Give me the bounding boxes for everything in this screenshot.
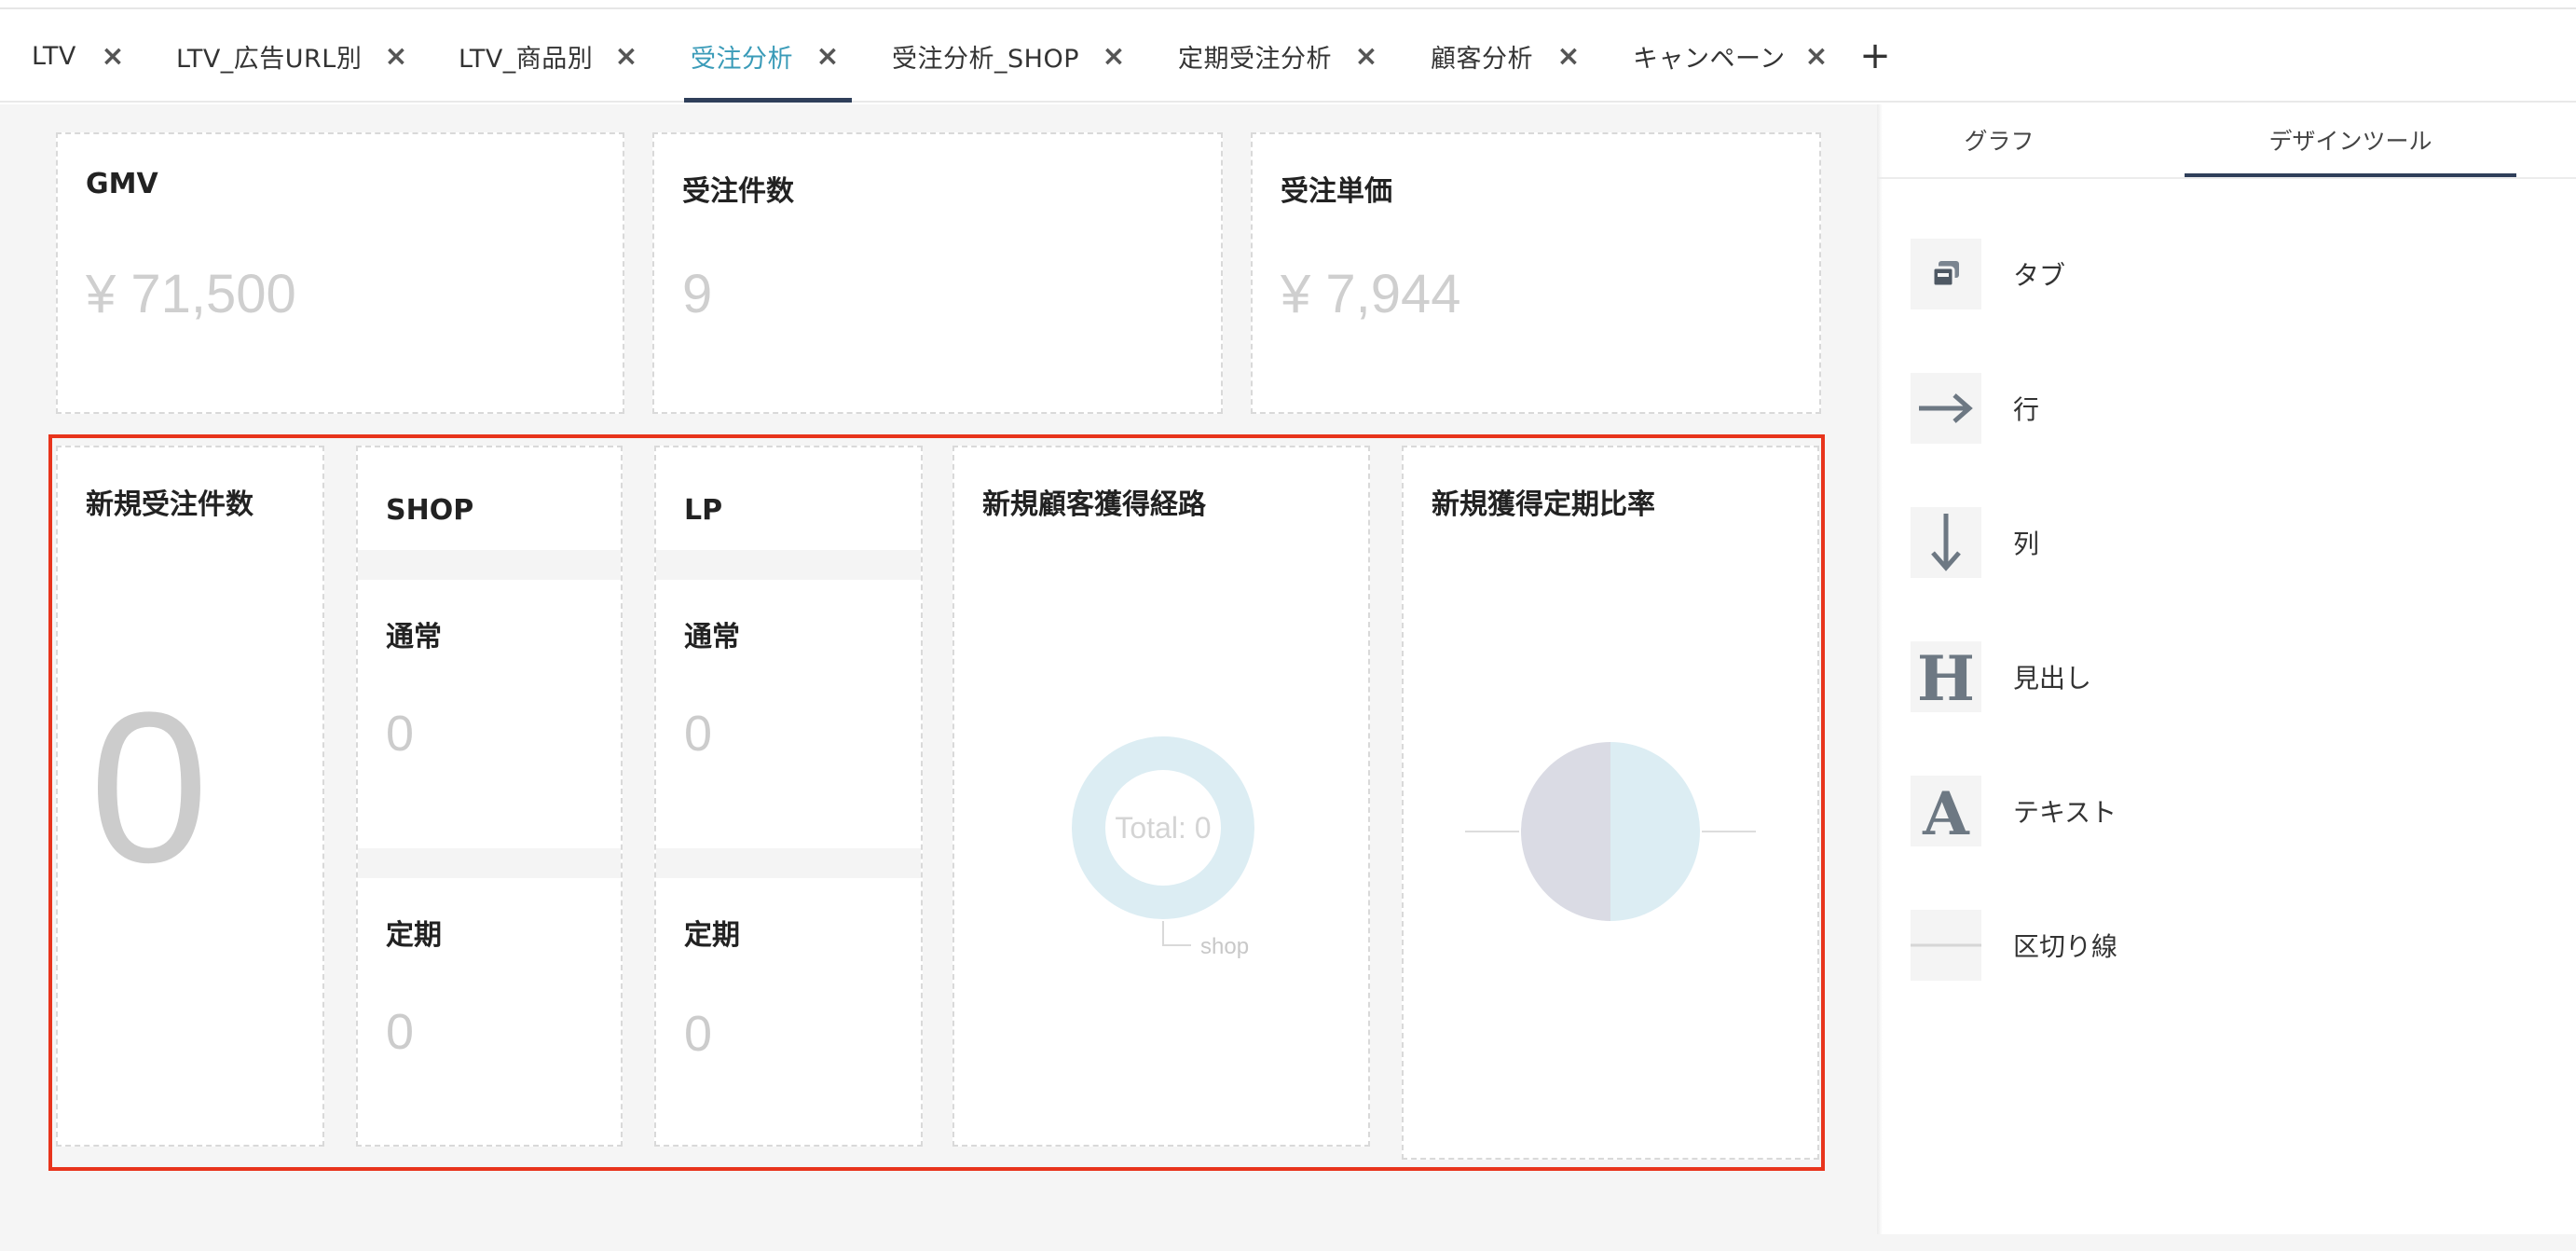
tab-subscription-analysis[interactable]: 定期受注分析 [1178,9,1332,103]
tool-row[interactable]: 行 [1911,373,2039,444]
tool-heading[interactable]: H 見出し [1911,641,2091,712]
arrow-down-icon [1911,507,1981,578]
tab-order-analysis[interactable]: 受注分析 [691,9,793,103]
tab-label: 受注分析_SHOP [892,44,1079,74]
tab-campaign[interactable]: キャンペーン [1633,9,1786,103]
tab-order-analysis-shop[interactable]: 受注分析_SHOP [892,9,1079,103]
tab-customer-analysis-close-icon[interactable]: × [1550,9,1587,103]
tab-label: キャンペーン [1633,44,1786,74]
tab-label: LTV [32,41,76,71]
tab-subscription-analysis-close-icon[interactable]: × [1348,9,1385,103]
add-tab-button[interactable]: + [1855,9,1896,103]
tab-order-analysis-close-icon[interactable]: × [809,9,846,103]
tab-icon [1911,239,1981,309]
panel-tab-design-tools[interactable]: デザインツール [2185,104,2516,175]
heading-icon: H [1911,641,1981,712]
tab-ltv-product-close-icon[interactable]: × [608,9,645,103]
tab-ltv-close-icon[interactable]: × [94,9,131,103]
card-title: 受注単価 [1281,175,1392,208]
arrow-right-icon [1911,373,1981,444]
card-title: 受注件数 [682,175,794,208]
tool-label: タブ [2013,260,2066,291]
tab-label: 受注分析 [691,44,793,74]
panel-bottom-strip [1877,1234,2576,1251]
tab-customer-analysis[interactable]: 顧客分析 [1431,9,1533,103]
tab-label: LTV_商品別 [459,44,594,74]
panel-shadow [1877,104,1883,1234]
tool-label: テキスト [2013,797,2117,828]
tool-column[interactable]: 列 [1911,507,2039,578]
tool-label: 列 [2013,529,2040,559]
tool-label: 見出し [2013,663,2092,694]
svg-text:A: A [1922,782,1970,840]
tab-ltv-ad-url[interactable]: LTV_広告URL別 [176,9,362,103]
order-count-card[interactable]: 受注件数 9 [652,132,1223,414]
tool-label: 行 [2013,394,2040,425]
tab-label: 顧客分析 [1431,44,1533,74]
panel-active-tab-indicator [2185,173,2516,177]
card-title: GMV [86,168,158,200]
divider-icon [1911,910,1981,981]
panel-tab-divider [1877,177,2576,179]
card-value: ¥ 71,500 [86,264,296,324]
tab-order-analysis-shop-close-icon[interactable]: × [1095,9,1132,103]
tool-divider[interactable]: 区切り線 [1911,910,2117,981]
tab-campaign-close-icon[interactable]: × [1798,9,1835,103]
tab-ltv[interactable]: LTV [32,9,76,103]
text-icon: A [1911,776,1981,846]
tab-label: LTV_広告URL別 [176,44,363,74]
gmv-card[interactable]: GMV ¥ 71,500 [56,132,624,414]
tab-label: 定期受注分析 [1178,44,1332,74]
card-value: ¥ 7,944 [1281,264,1461,324]
tool-text[interactable]: A テキスト [1911,776,2117,846]
card-value: 9 [682,264,713,324]
unit-price-card[interactable]: 受注単価 ¥ 7,944 [1251,132,1821,414]
tool-tab[interactable]: タブ [1911,239,2065,309]
tab-ltv-ad-url-close-icon[interactable]: × [377,9,415,103]
tab-ltv-product[interactable]: LTV_商品別 [459,9,593,103]
active-tab-indicator [684,98,852,103]
panel-tab-graph[interactable]: グラフ [1883,104,2116,175]
dashboard-tab-bar: LTV × LTV_広告URL別 × LTV_商品別 × 受注分析 × 受注分析… [0,9,2576,103]
selection-highlight [48,434,1825,1171]
svg-text:H: H [1920,648,1972,706]
tool-label: 区切り線 [2013,931,2118,962]
window-top-border [0,0,2576,9]
